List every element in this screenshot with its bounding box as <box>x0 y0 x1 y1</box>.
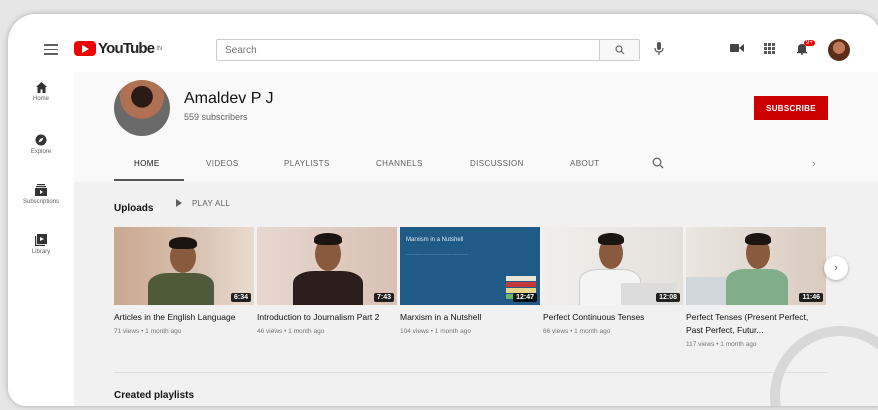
thumbnail-subtitle-line: ———— ——————— ———— <box>406 251 469 256</box>
search-icon <box>614 45 624 55</box>
sidebar-item-subscriptions[interactable]: Subscriptions <box>8 184 74 205</box>
shelf-next-button[interactable]: › <box>824 256 848 280</box>
video-title[interactable]: Perfect Tenses (Present Perfect, Past Pe… <box>686 311 826 337</box>
channel-page: Amaldev P J 559 subscribers SUBSCRIBE HO… <box>74 72 878 406</box>
logo-country-code: IN <box>156 45 163 52</box>
video-duration: 12:08 <box>656 293 680 302</box>
person-shape <box>745 233 771 245</box>
sidebar-item-label: Library <box>31 249 51 255</box>
person-shape <box>169 237 197 249</box>
subscribe-button[interactable]: SUBSCRIBE <box>754 96 828 120</box>
sidebar: Home Explore Subscriptions Library <box>8 72 74 406</box>
tab-videos[interactable]: VIDEOS <box>206 159 239 168</box>
video-thumbnail[interactable]: 11:46 <box>686 227 826 305</box>
video-meta: 117 views • 1 month ago <box>686 341 757 348</box>
created-playlists-title: Created playlists <box>114 390 195 401</box>
video-meta: 71 views • 1 month ago <box>114 328 182 335</box>
uploads-header: Uploads PLAY ALL <box>114 198 230 216</box>
video-thumbnail[interactable]: 6:34 <box>114 227 254 305</box>
video-card[interactable]: 12:08 Perfect Continuous Tenses 66 views… <box>543 227 683 335</box>
video-card[interactable]: Marxism in a Nutshell ———— ——————— ———— … <box>400 227 540 335</box>
browser-frame: YouTube IN 9+ Home Explore Subscriptions <box>8 14 878 406</box>
youtube-play-icon <box>74 41 96 56</box>
active-tab-indicator <box>114 179 184 181</box>
video-card[interactable]: 6:34 Articles in the English Language 71… <box>114 227 254 335</box>
library-icon <box>35 234 47 246</box>
video-meta: 104 views • 1 month ago <box>400 328 471 335</box>
video-title[interactable]: Perfect Continuous Tenses <box>543 311 683 324</box>
search-button[interactable] <box>599 40 639 60</box>
video-duration: 11:46 <box>799 293 823 302</box>
person-shape <box>314 233 342 245</box>
channel-name: Amaldev P J <box>184 90 274 107</box>
search-bar <box>216 39 640 61</box>
sidebar-item-library[interactable]: Library <box>8 234 74 255</box>
subscriber-count: 559 subscribers <box>184 112 248 122</box>
video-card[interactable]: 11:46 Perfect Tenses (Present Perfect, P… <box>686 227 826 348</box>
sidebar-item-explore[interactable]: Explore <box>8 134 74 155</box>
video-thumbnail[interactable]: 12:08 <box>543 227 683 305</box>
video-duration: 6:34 <box>230 293 251 302</box>
uploads-title: Uploads <box>114 203 154 214</box>
video-card[interactable]: 7:43 Introduction to Journalism Part 2 4… <box>257 227 397 335</box>
chevron-right-icon: › <box>834 262 838 274</box>
video-thumbnail[interactable]: Marxism in a Nutshell ———— ——————— ———— … <box>400 227 540 305</box>
tab-channels[interactable]: CHANNELS <box>376 159 423 168</box>
tab-home[interactable]: HOME <box>134 159 160 168</box>
compass-icon <box>35 134 47 146</box>
play-all-button[interactable]: PLAY ALL <box>176 199 230 208</box>
tab-playlists[interactable]: PLAYLISTS <box>284 159 330 168</box>
channel-header: Amaldev P J 559 subscribers SUBSCRIBE HO… <box>74 72 878 182</box>
person-shape <box>293 271 363 305</box>
tab-discussion[interactable]: DISCUSSION <box>470 159 524 168</box>
search-input[interactable] <box>217 40 599 60</box>
home-icon <box>35 82 47 93</box>
sidebar-item-label: Subscriptions <box>22 199 60 205</box>
channel-tabs: HOME VIDEOS PLAYLISTS CHANNELS DISCUSSIO… <box>114 150 824 182</box>
sidebar-item-label: Home <box>32 96 49 102</box>
sidebar-item-home[interactable]: Home <box>8 82 74 102</box>
create-video-icon[interactable] <box>730 43 744 53</box>
video-duration: 7:43 <box>373 293 394 302</box>
video-title[interactable]: Articles in the English Language <box>114 311 254 324</box>
video-meta: 46 views • 1 month ago <box>257 328 325 335</box>
person-shape <box>148 273 214 305</box>
logo-text: YouTube <box>98 40 155 57</box>
uploads-shelf: 6:34 Articles in the English Language 71… <box>114 227 834 357</box>
video-title[interactable]: Marxism in a Nutshell <box>400 311 540 324</box>
thumbnail-title-text: Marxism in a Nutshell <box>406 237 464 243</box>
video-title[interactable]: Introduction to Journalism Part 2 <box>257 311 397 324</box>
person-shape <box>598 233 624 245</box>
sidebar-item-label: Explore <box>30 149 52 155</box>
channel-avatar[interactable] <box>114 80 170 136</box>
tab-about[interactable]: ABOUT <box>570 159 600 168</box>
hamburger-menu-icon[interactable] <box>44 44 58 58</box>
youtube-logo[interactable]: YouTube IN <box>74 40 162 57</box>
video-meta: 66 views • 1 month ago <box>543 328 611 335</box>
section-divider <box>114 372 828 373</box>
top-bar: YouTube IN 9+ <box>8 14 878 72</box>
video-thumbnail[interactable]: 7:43 <box>257 227 397 305</box>
person-shape <box>726 269 788 305</box>
video-duration: 12:47 <box>513 293 537 302</box>
notification-badge: 9+ <box>804 40 815 46</box>
subscriptions-icon <box>35 184 47 196</box>
laptop-shape <box>686 277 726 305</box>
chevron-right-icon[interactable]: › <box>812 158 816 170</box>
apps-grid-icon[interactable] <box>764 43 775 54</box>
channel-search-icon[interactable] <box>652 157 664 169</box>
microphone-icon[interactable] <box>654 42 664 56</box>
account-avatar[interactable] <box>828 39 850 61</box>
